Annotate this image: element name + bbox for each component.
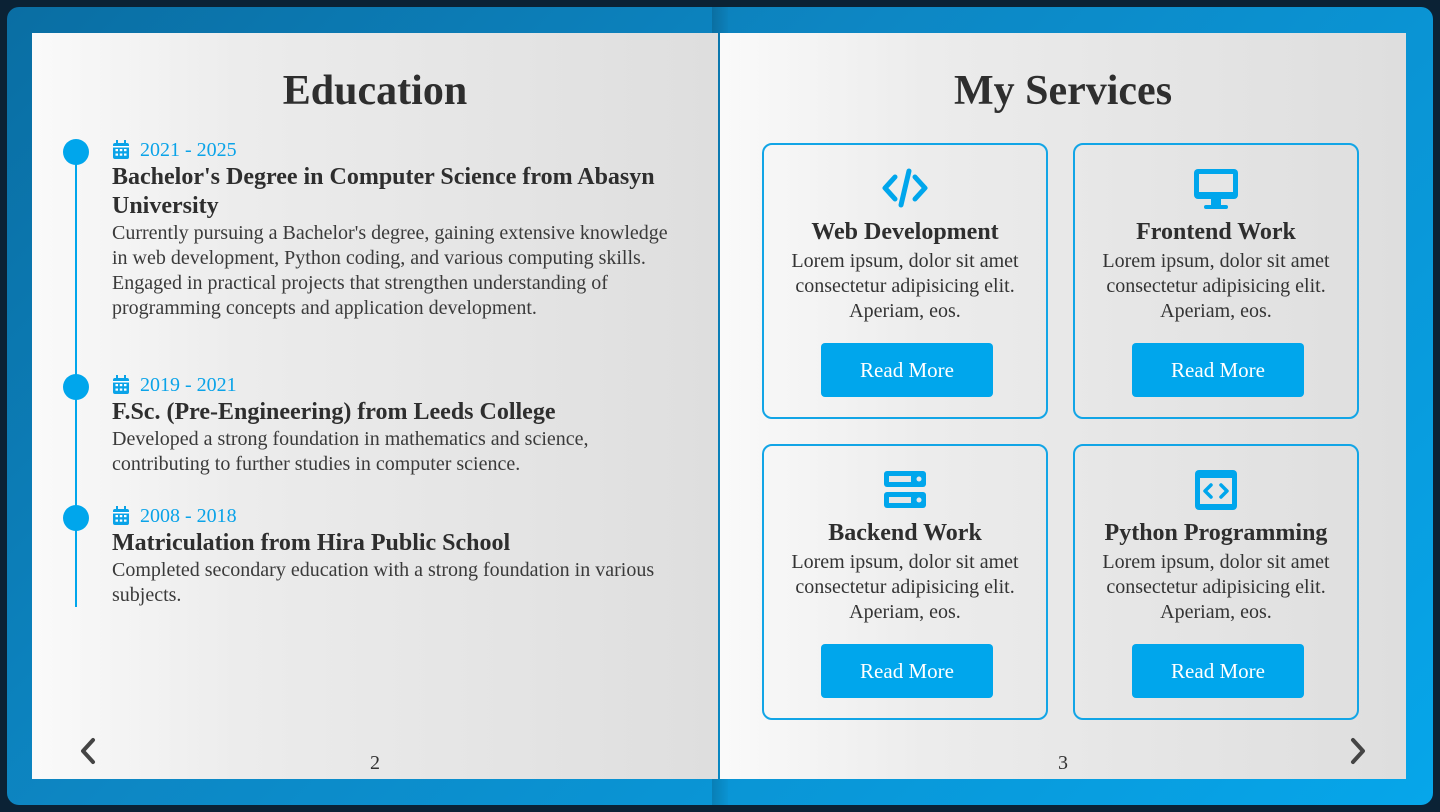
education-description: Completed secondary education with a str…: [112, 559, 655, 606]
service-description: Lorem ipsum, dolor sit amet consectetur …: [791, 250, 1019, 322]
service-card-backend-work: Backend Work Lorem ipsum, dolor sit amet…: [762, 444, 1048, 720]
calendar-icon: [113, 506, 129, 525]
education-item: 2019 - 2021 F.Sc. (Pre-Engineering) from…: [63, 372, 672, 477]
education-degree: Matriculation from Hira Public School: [112, 530, 511, 556]
services-title: My Services: [953, 68, 1173, 114]
page-number: 3: [1058, 752, 1068, 774]
service-description: Lorem ipsum, dolor sit amet consectetur …: [1102, 250, 1330, 322]
education-description: Currently pursuing a Bachelor's degree, …: [112, 222, 668, 319]
service-card-web-development: Web Development Lorem ipsum, dolor sit a…: [762, 143, 1048, 419]
desktop-icon: [1194, 169, 1238, 209]
read-more-button[interactable]: Read More: [1132, 343, 1304, 397]
server-icon: [884, 471, 926, 508]
read-more-button[interactable]: Read More: [821, 644, 993, 698]
timeline-dot: [63, 139, 89, 165]
page-number: 2: [370, 752, 380, 774]
book-frame: Education 2021 - 2025 Bachelor's Degree …: [7, 7, 1433, 805]
education-degree: F.Sc. (Pre-Engineering) from Leeds Colle…: [112, 399, 556, 425]
read-more-button[interactable]: Read More: [821, 343, 993, 397]
education-years: 2021 - 2025: [140, 138, 237, 161]
service-card-python-programming: Python Programming Lorem ipsum, dolor si…: [1073, 444, 1359, 720]
service-description: Lorem ipsum, dolor sit amet consectetur …: [1102, 551, 1330, 623]
service-title: Backend Work: [828, 520, 982, 546]
education-item: 2008 - 2018 Matriculation from Hira Publ…: [63, 503, 672, 608]
timeline-dot: [63, 505, 89, 531]
read-more-button[interactable]: Read More: [1132, 644, 1304, 698]
service-card-frontend-work: Frontend Work Lorem ipsum, dolor sit ame…: [1073, 143, 1359, 419]
service-title: Web Development: [811, 219, 999, 245]
education-years: 2019 - 2021: [140, 373, 237, 396]
service-title: Python Programming: [1104, 520, 1328, 546]
calendar-icon: [113, 375, 129, 394]
education-item: 2021 - 2025 Bachelor's Degree in Compute…: [63, 137, 672, 321]
right-page: My Services Web Development Lorem ipsum,…: [720, 33, 1406, 779]
education-description: Developed a strong foundation in mathema…: [112, 428, 589, 475]
code-file-icon: [1195, 470, 1237, 510]
service-title: Frontend Work: [1136, 219, 1296, 245]
timeline-dot: [63, 374, 89, 400]
education-degree: Bachelor's Degree in Computer Science fr…: [112, 164, 655, 219]
calendar-icon: [113, 140, 129, 159]
education-title: Education: [282, 68, 468, 114]
service-description: Lorem ipsum, dolor sit amet consectetur …: [791, 551, 1019, 623]
left-page: Education 2021 - 2025 Bachelor's Degree …: [32, 33, 718, 779]
code-icon: [882, 168, 928, 208]
education-years: 2008 - 2018: [140, 504, 237, 527]
